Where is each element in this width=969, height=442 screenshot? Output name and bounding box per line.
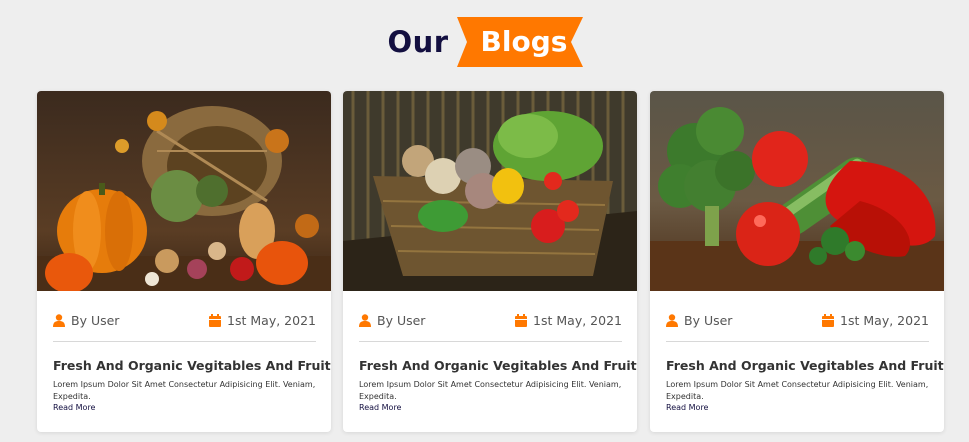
blog-cards-container: By User 1st May, 2021 Fresh And Organic … <box>37 91 947 433</box>
date-info: 1st May, 2021 <box>822 313 929 328</box>
blog-card-image-vegetables-basket[interactable] <box>37 91 331 291</box>
read-more-link[interactable]: Read More <box>666 403 708 412</box>
blog-card-description: Lorem Ipsum Dolor Sit Amet Consectetur A… <box>666 380 929 401</box>
read-more-link[interactable]: Read More <box>359 403 401 412</box>
calendar-icon <box>209 314 222 327</box>
blog-card-title[interactable]: Fresh And Organic Vegitables And Fruits <box>53 358 331 373</box>
author-label: By User <box>71 313 120 328</box>
date-info: 1st May, 2021 <box>209 313 316 328</box>
blog-card[interactable]: By User 1st May, 2021 Fresh And Organic … <box>343 91 637 432</box>
calendar-icon <box>822 314 835 327</box>
read-more-link[interactable]: Read More <box>53 403 95 412</box>
user-icon <box>666 314 678 327</box>
date-info: 1st May, 2021 <box>515 313 622 328</box>
author-info[interactable]: By User <box>666 313 732 328</box>
user-icon <box>359 314 371 327</box>
author-info[interactable]: By User <box>53 313 119 328</box>
blog-card[interactable]: By User 1st May, 2021 Fresh And Organic … <box>650 91 944 432</box>
heading-blogs: Blogs <box>480 25 568 58</box>
blog-card-meta: By User 1st May, 2021 <box>53 313 316 331</box>
blog-card-description: Lorem Ipsum Dolor Sit Amet Consectetur A… <box>359 380 622 401</box>
section-heading: Our Blogs <box>0 16 969 68</box>
calendar-icon <box>515 314 528 327</box>
blog-card-meta: By User 1st May, 2021 <box>666 313 929 331</box>
blog-card-title[interactable]: Fresh And Organic Vegitables And Fruits <box>666 358 944 373</box>
blog-card-image-vegetables-table[interactable] <box>650 91 944 291</box>
heading-our: Our <box>387 25 449 59</box>
heading-flag-badge: Blogs <box>456 17 583 67</box>
date-label: 1st May, 2021 <box>840 313 929 328</box>
date-label: 1st May, 2021 <box>533 313 622 328</box>
blog-card-meta: By User 1st May, 2021 <box>359 313 622 331</box>
divider <box>666 341 929 342</box>
author-info[interactable]: By User <box>359 313 425 328</box>
author-label: By User <box>377 313 426 328</box>
date-label: 1st May, 2021 <box>227 313 316 328</box>
blog-card-title[interactable]: Fresh And Organic Vegitables And Fruits <box>359 358 637 373</box>
blog-card-image-vegetables-crate[interactable] <box>343 91 637 291</box>
divider <box>53 341 316 342</box>
blog-card[interactable]: By User 1st May, 2021 Fresh And Organic … <box>37 91 331 432</box>
divider <box>359 341 622 342</box>
blog-card-description: Lorem Ipsum Dolor Sit Amet Consectetur A… <box>53 380 316 401</box>
author-label: By User <box>684 313 733 328</box>
user-icon <box>53 314 65 327</box>
